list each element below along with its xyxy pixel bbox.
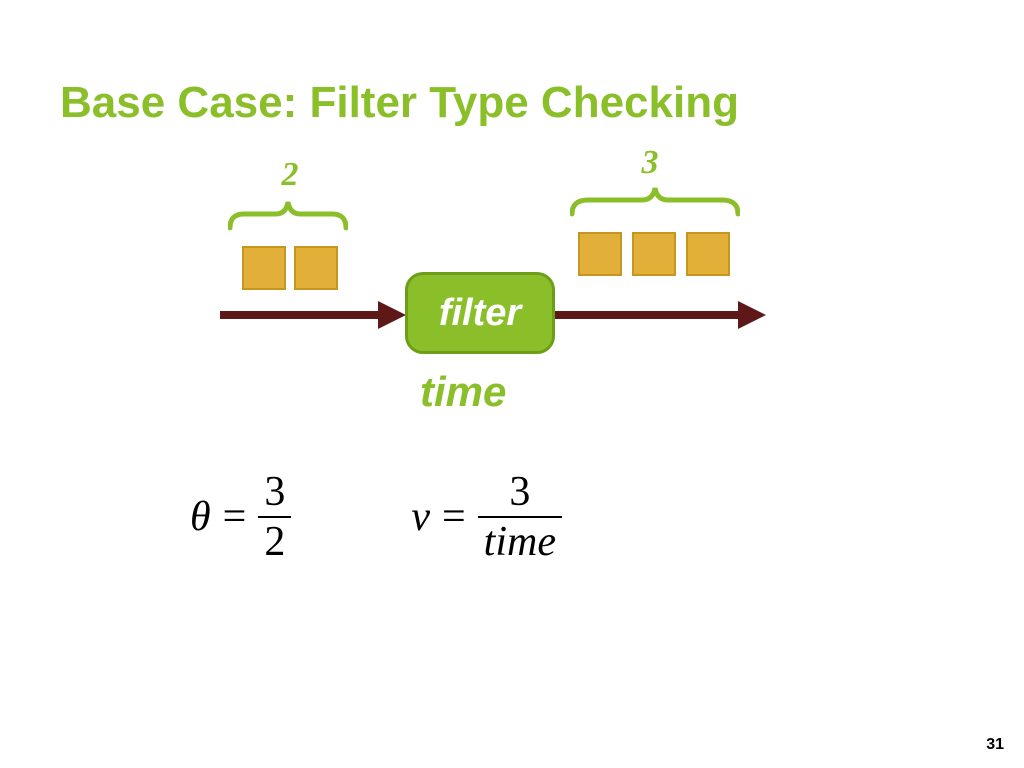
equals-sign: = bbox=[442, 493, 466, 541]
slide: Base Case: Filter Type Checking 2 3 bbox=[0, 0, 1024, 768]
packet-box bbox=[578, 232, 622, 276]
fraction-theta: 3 2 bbox=[258, 470, 291, 564]
nu-symbol: ν bbox=[411, 493, 430, 541]
filter-diagram: 2 3 filter bbox=[230, 160, 790, 440]
right-group-count: 3 bbox=[630, 144, 670, 182]
fraction-bar-icon bbox=[478, 516, 562, 518]
equations-row: θ = 3 2 ν = 3 time bbox=[190, 470, 840, 564]
equation-theta: θ = 3 2 bbox=[190, 470, 291, 564]
theta-numerator: 3 bbox=[258, 470, 291, 514]
packet-box bbox=[242, 246, 286, 290]
page-title: Base Case: Filter Type Checking bbox=[60, 78, 739, 128]
equals-sign: = bbox=[223, 493, 247, 541]
fraction-bar-icon bbox=[258, 516, 291, 518]
packet-box bbox=[632, 232, 676, 276]
nu-denominator: time bbox=[478, 520, 562, 564]
filter-node: filter bbox=[405, 272, 555, 354]
time-label: time bbox=[420, 368, 506, 416]
page-number: 31 bbox=[986, 736, 1004, 754]
left-group-count: 2 bbox=[270, 156, 310, 194]
fraction-nu: 3 time bbox=[478, 470, 562, 564]
equation-nu: ν = 3 time bbox=[411, 470, 562, 564]
packet-box bbox=[686, 232, 730, 276]
packet-box bbox=[294, 246, 338, 290]
nu-numerator: 3 bbox=[503, 470, 536, 514]
theta-denominator: 2 bbox=[258, 520, 291, 564]
filter-node-label: filter bbox=[439, 292, 521, 335]
theta-symbol: θ bbox=[190, 493, 211, 541]
brace-left-icon bbox=[228, 196, 348, 232]
brace-right-icon bbox=[570, 182, 740, 218]
